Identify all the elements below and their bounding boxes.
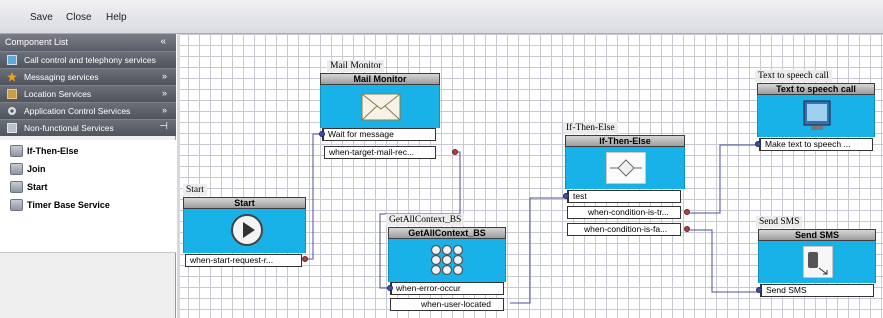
input-connector-dot[interactable] (387, 285, 393, 291)
category-location[interactable]: Location Services » (0, 85, 176, 102)
node-caption: GetAllContext_BS (386, 214, 465, 226)
component-label: If-Then-Else (27, 146, 79, 156)
node-caption: If-Then-Else (563, 122, 618, 134)
node-icon-area (757, 95, 875, 137)
output-connector-dot[interactable] (452, 149, 458, 155)
context-grid-icon (430, 244, 464, 276)
map-icon (7, 89, 17, 99)
category-label: Application Control Services (24, 106, 131, 116)
node-caption: Text to speech call (755, 70, 832, 82)
non-functional-component-list: If-Then-Else Join Start Timer Base Servi… (0, 140, 176, 253)
expand-chevron-icon[interactable]: » (162, 71, 167, 81)
component-icon (10, 145, 23, 157)
menu-help[interactable]: Help (106, 12, 127, 23)
input-port[interactable]: Wait for message (322, 128, 436, 141)
component-list-header: Component List « (0, 34, 176, 51)
output-connector-dot[interactable] (302, 256, 308, 262)
expand-chevron-icon[interactable]: » (162, 105, 167, 115)
component-icon (10, 163, 23, 175)
component-join[interactable]: Join (10, 162, 46, 177)
branch-icon (606, 152, 646, 184)
menu-save[interactable]: Save (30, 12, 53, 23)
node-title[interactable]: GetAllContext_BS (388, 227, 506, 239)
category-non-functional[interactable]: Non-functional Services ⊣ (0, 119, 176, 136)
category-call-control[interactable]: Call control and telephony services (0, 51, 176, 68)
category-label: Call control and telephony services (24, 55, 156, 65)
input-connector-dot[interactable] (563, 193, 569, 199)
gear-icon (7, 106, 17, 116)
menu-close[interactable]: Close (66, 12, 92, 23)
node-title[interactable]: If-Then-Else (565, 135, 685, 147)
expand-chevron-icon[interactable]: » (162, 88, 167, 98)
component-timer-base-service[interactable]: Timer Base Service (10, 198, 110, 213)
pin-icon[interactable]: ⊣ (159, 121, 168, 132)
component-icon (10, 181, 23, 193)
node-icon-area (758, 241, 876, 283)
input-port[interactable]: test (567, 190, 681, 203)
output-connector-dot[interactable] (684, 209, 690, 215)
collapse-panel-icon[interactable]: « (160, 36, 166, 47)
node-text-to-speech[interactable]: Text to speech call Text to speech call … (755, 70, 875, 160)
node-mail-monitor[interactable]: Mail Monitor Mail Monitor Wait for messa… (319, 60, 458, 160)
node-title[interactable]: Start (183, 197, 306, 209)
output-port-false[interactable]: when-condition-is-fa... (567, 223, 681, 236)
component-list-panel: Component List « Call control and teleph… (0, 34, 176, 318)
sms-phone-icon (803, 246, 833, 278)
output-connector-dot[interactable] (684, 226, 690, 232)
node-start[interactable]: Start Start when-start-request-r... (183, 184, 308, 268)
component-list-title: Component List (5, 37, 69, 47)
node-caption: Start (183, 184, 207, 196)
component-start[interactable]: Start (10, 180, 48, 195)
node-title[interactable]: Send SMS (758, 229, 876, 241)
envelope-icon (361, 93, 401, 121)
input-port[interactable]: when-error-occur (390, 282, 504, 295)
component-label: Join (27, 164, 46, 174)
monitor-icon (7, 123, 17, 133)
speech-monitor-icon (803, 100, 831, 130)
node-icon-area (320, 85, 440, 128)
node-icon-area (565, 147, 685, 189)
component-if-then-else[interactable]: If-Then-Else (10, 144, 79, 159)
node-title[interactable]: Text to speech call (757, 83, 875, 95)
output-port[interactable]: when-target-mail-rec... (324, 146, 436, 159)
phone-service-icon (7, 55, 17, 65)
star-icon (7, 72, 17, 82)
node-icon-area (183, 209, 306, 253)
node-getallcontext[interactable]: GetAllContext_BS GetAllContext_BS when-e… (386, 214, 506, 314)
output-port[interactable]: when-user-located (390, 298, 504, 311)
node-caption: Send SMS (756, 216, 803, 228)
canvas-scroll-edge (177, 34, 180, 318)
category-messaging[interactable]: Messaging services » (0, 68, 176, 85)
play-icon (231, 214, 263, 246)
node-icon-area (388, 239, 506, 282)
input-port[interactable]: Send SMS (760, 284, 874, 297)
node-send-sms[interactable]: Send SMS Send SMS Send SMS (756, 216, 876, 300)
node-title[interactable]: Mail Monitor (320, 73, 440, 85)
output-port-true[interactable]: when-condition-is-tr... (567, 206, 681, 219)
output-port[interactable]: when-start-request-r... (185, 254, 302, 267)
input-connector-dot[interactable] (319, 131, 325, 137)
component-label: Start (27, 182, 48, 192)
input-port[interactable]: Make text to speech ... (759, 138, 873, 151)
category-label: Non-functional Services (24, 123, 114, 133)
category-label: Location Services (24, 89, 92, 99)
node-if-then-else[interactable]: If-Then-Else If-Then-Else test when-cond… (563, 122, 690, 240)
component-label: Timer Base Service (27, 200, 110, 210)
component-icon (10, 199, 23, 211)
input-connector-dot[interactable] (756, 287, 762, 293)
menu-bar: Save Close Help (0, 0, 883, 34)
category-application-control[interactable]: Application Control Services » (0, 102, 176, 119)
category-label: Messaging services (24, 72, 99, 82)
input-connector-dot[interactable] (755, 141, 761, 147)
node-caption: Mail Monitor (327, 60, 385, 72)
